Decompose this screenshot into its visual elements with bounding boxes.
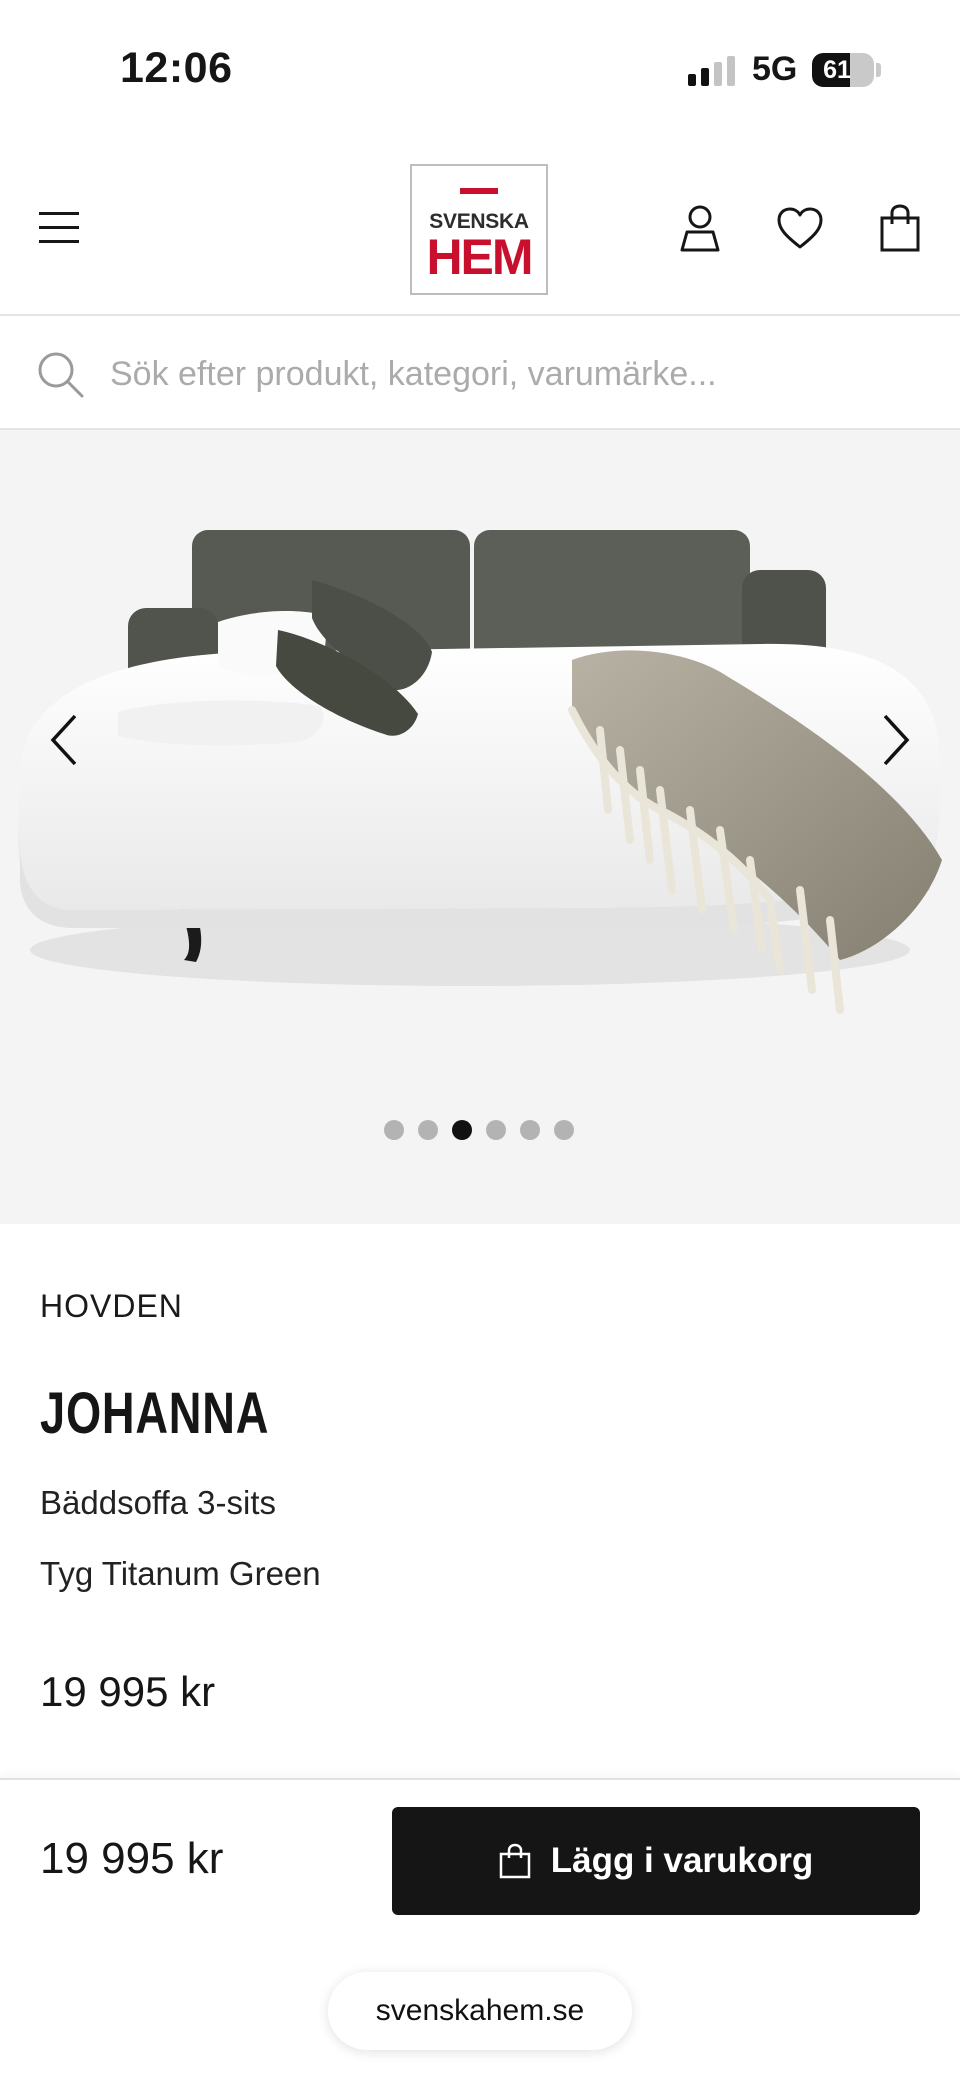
gallery-dot[interactable] [554,1120,574,1140]
sticky-price: 19 995 kr [40,1834,224,1883]
wishlist-button[interactable] [770,198,830,258]
heart-icon [777,207,823,249]
account-button[interactable] [670,198,730,258]
cart-button[interactable] [870,198,930,258]
add-to-cart-button[interactable]: Lägg i varukorg [392,1807,920,1915]
logo[interactable]: SVENSKA HEM [410,164,548,295]
menu-button[interactable] [30,198,90,258]
menu-icon [39,212,79,243]
site-header: SVENSKA HEM [0,140,960,316]
product-gallery [0,430,960,1224]
user-icon [680,205,720,252]
product-name: JOHANNA [40,1381,270,1446]
logo-bar [460,188,498,194]
product-fabric: Tyg Titanum Green [40,1555,321,1592]
add-to-cart-label: Lägg i varukorg [550,1841,814,1880]
chevron-left-icon [50,714,77,766]
gallery-dot[interactable] [418,1120,438,1140]
signal-icon [688,56,735,86]
status-time: 12:06 [120,44,233,92]
gallery-pagination [384,1120,574,1142]
logo-text-bottom: HEM [426,229,533,285]
gallery-dot[interactable] [452,1120,472,1140]
product-price: 19 995 kr [40,1668,216,1715]
gallery-dot[interactable] [384,1120,404,1140]
battery-nub [876,63,881,77]
product-brand[interactable]: HOVDEN [40,1288,183,1325]
status-bar: 12:06 5G 61 [0,0,960,140]
battery-icon: 61 [812,53,874,87]
product-type: Bäddsoffa 3-sits [40,1484,277,1521]
gallery-dot[interactable] [520,1120,540,1140]
prev-image-button[interactable] [34,700,94,780]
next-image-button[interactable] [866,700,926,780]
battery-percent: 61 [823,56,851,84]
network-type: 5G [752,50,798,88]
chevron-right-icon [883,714,910,766]
gallery-dot[interactable] [486,1120,506,1140]
search-icon [38,352,84,398]
sofa-bed-image[interactable] [0,430,960,1224]
shopping-bag-icon [499,1843,530,1879]
browser-url-bar[interactable]: svenskahem.se [328,1972,632,2050]
search-input[interactable] [110,344,930,404]
shopping-bag-icon [880,204,920,252]
search-bar [0,318,960,430]
sticky-buy-bar: 19 995 kr Lägg i varukorg svenskahem.se [0,1778,960,2081]
